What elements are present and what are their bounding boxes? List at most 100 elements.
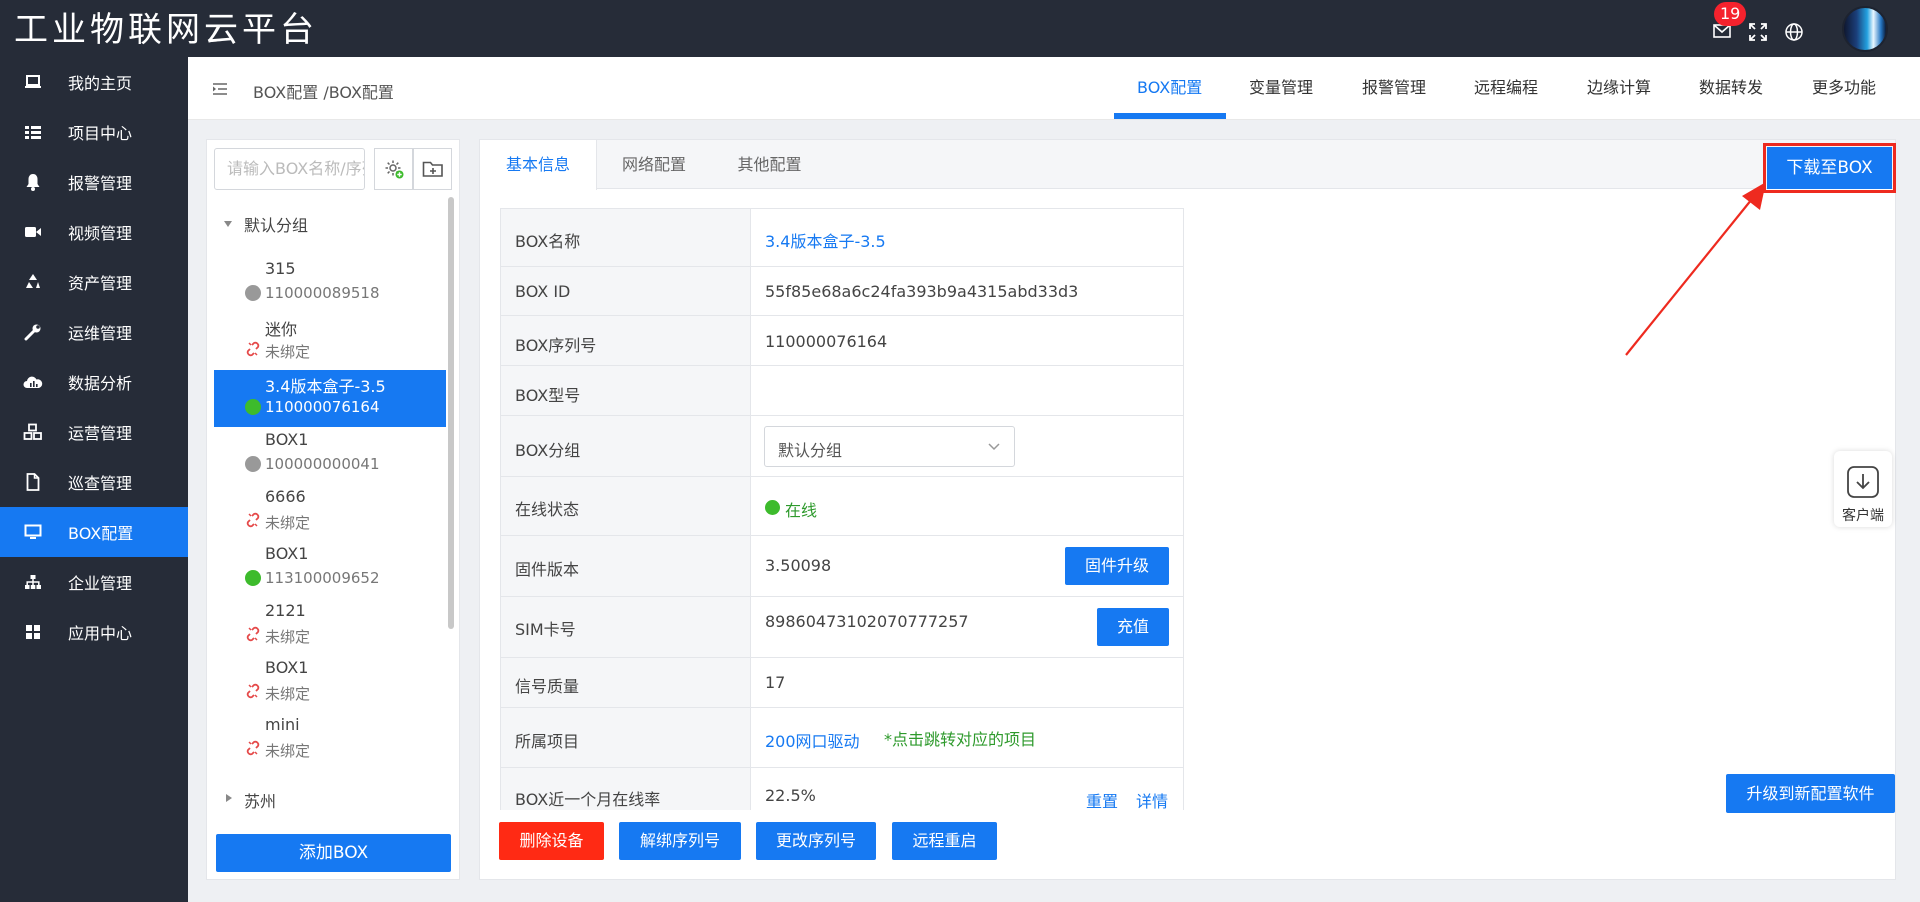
reset-link[interactable]: 重置 xyxy=(1086,788,1118,812)
subtab-basic-info[interactable]: 基本信息 xyxy=(480,140,597,190)
subtab-network-config[interactable]: 网络配置 xyxy=(597,140,711,189)
device-serial: 110000076164 xyxy=(265,398,380,416)
search-input[interactable]: 请输入BOX名称/序列号 xyxy=(214,148,365,190)
tab-alarms[interactable]: 报警管理 xyxy=(1362,74,1426,98)
row-project: 所属项目 200网口驱动 *点击跳转对应的项目 xyxy=(500,708,1184,768)
monitor-icon xyxy=(22,521,44,543)
field-label: 信号质量 xyxy=(515,677,580,696)
device-item[interactable]: BOX1 113100009652 xyxy=(214,541,446,598)
menu-fold-icon[interactable] xyxy=(212,82,228,96)
field-label: BOX序列号 xyxy=(515,336,597,355)
user-avatar[interactable] xyxy=(1842,6,1888,52)
row-firmware: 固件版本 3.50098 固件升级 xyxy=(500,536,1184,597)
gear-plus-icon xyxy=(385,160,403,179)
device-item[interactable]: 2121 未绑定 xyxy=(214,598,446,655)
add-box-button[interactable]: 添加BOX xyxy=(216,834,451,872)
sidebar-item-label: 运营管理 xyxy=(68,424,133,443)
sidebar-item-projects[interactable]: 项目中心 xyxy=(0,107,188,157)
sidebar-item-operations[interactable]: 运营管理 xyxy=(0,407,188,457)
change-serial-button[interactable]: 更改序列号 xyxy=(756,822,876,860)
remote-reboot-button[interactable]: 远程重启 xyxy=(892,822,997,860)
add-group-button[interactable] xyxy=(413,148,452,190)
tab-data-forwarding[interactable]: 数据转发 xyxy=(1699,74,1763,98)
online-status-value: 在线 xyxy=(785,501,818,520)
row-serial: BOX序列号 110000076164 xyxy=(500,316,1184,366)
breadcrumb: BOX配置 /BOX配置 xyxy=(253,83,394,102)
bell-icon xyxy=(22,171,44,193)
serial-value: 110000076164 xyxy=(765,332,888,351)
device-name: 2121 xyxy=(265,601,306,620)
sidebar-item-label: 企业管理 xyxy=(68,574,133,593)
globe-icon[interactable] xyxy=(1785,23,1803,41)
sidebar-item-label: 我的主页 xyxy=(68,74,133,93)
tab-variables[interactable]: 变量管理 xyxy=(1249,74,1313,98)
chevron-down-icon xyxy=(988,443,1000,451)
device-item[interactable]: 315 110000089518 xyxy=(214,256,446,313)
sidebar-item-apps[interactable]: 应用中心 xyxy=(0,607,188,657)
device-serial: 未绑定 xyxy=(265,685,311,703)
download-to-box-button[interactable]: 下载至BOX xyxy=(1763,143,1896,193)
field-label: BOX名称 xyxy=(515,232,581,251)
offline-status-icon xyxy=(245,456,261,472)
group-default[interactable]: 默认分组 xyxy=(244,212,308,236)
upgrade-config-software-button[interactable]: 升级到新配置软件 xyxy=(1726,774,1895,813)
device-item[interactable]: BOX1 100000000041 xyxy=(214,427,446,484)
device-item[interactable]: 迷你 未绑定 xyxy=(214,313,446,370)
device-name: 6666 xyxy=(265,487,306,506)
annotation-arrow xyxy=(1625,182,1766,356)
field-label: BOX分组 xyxy=(515,441,581,460)
row-signal: 信号质量 17 xyxy=(500,658,1184,708)
device-name: 迷你 xyxy=(265,320,298,339)
tab-edge-computing[interactable]: 边缘计算 xyxy=(1587,74,1651,98)
mail-icon[interactable] xyxy=(1713,24,1731,38)
device-item[interactable]: 6666 未绑定 xyxy=(214,484,446,541)
sidebar-item-enterprise[interactable]: 企业管理 xyxy=(0,557,188,607)
device-serial: 100000000041 xyxy=(265,455,380,473)
box-id-value: 55f85e68a6c24fa393b9a4315abd33d3 xyxy=(765,282,1079,301)
header-bar xyxy=(188,57,1920,120)
device-item[interactable]: mini 未绑定 xyxy=(214,712,446,769)
client-label: 客户端 xyxy=(1842,508,1884,524)
unbind-serial-button[interactable]: 解绑序列号 xyxy=(619,822,741,860)
group-suzhou[interactable]: 苏州 xyxy=(244,788,276,812)
tree-scrollbar[interactable] xyxy=(448,197,454,629)
client-download-widget[interactable]: 客户端 xyxy=(1834,451,1892,527)
group-settings-button[interactable] xyxy=(374,148,413,190)
sidebar-item-label: 项目中心 xyxy=(68,124,133,143)
sidebar-item-video[interactable]: 视频管理 xyxy=(0,207,188,257)
tab-more-functions[interactable]: 更多功能 xyxy=(1812,74,1876,98)
caret-down-icon[interactable] xyxy=(223,220,233,228)
sidebar-item-label: 报警管理 xyxy=(68,174,133,193)
device-name: BOX1 xyxy=(265,544,309,563)
row-group: BOX分组 默认分组 xyxy=(500,416,1184,477)
device-item[interactable]: BOX1 未绑定 xyxy=(214,655,446,712)
device-name: 3.4版本盒子-3.5 xyxy=(265,377,386,396)
detail-link[interactable]: 详情 xyxy=(1136,788,1168,812)
firmware-upgrade-button[interactable]: 固件升级 xyxy=(1065,547,1169,585)
sidebar-item-home[interactable]: 我的主页 xyxy=(0,57,188,107)
sidebar-item-inspection[interactable]: 巡查管理 xyxy=(0,457,188,507)
sidebar-item-analytics[interactable]: 数据分析 xyxy=(0,357,188,407)
cloud-chart-icon xyxy=(22,371,44,393)
subtab-other-config[interactable]: 其他配置 xyxy=(711,140,828,189)
fullscreen-icon[interactable] xyxy=(1749,23,1767,41)
app-title: 工业物联网云平台 xyxy=(14,10,318,50)
group-select[interactable]: 默认分组 xyxy=(764,426,1015,467)
sidebar-item-ops[interactable]: 运维管理 xyxy=(0,307,188,357)
device-serial: 113100009652 xyxy=(265,569,380,587)
sidebar-item-box-config[interactable]: BOX配置 xyxy=(0,507,188,557)
project-link[interactable]: 200网口驱动 xyxy=(765,728,860,752)
caret-right-icon[interactable] xyxy=(225,793,233,803)
box-name-link[interactable]: 3.4版本盒子-3.5 xyxy=(765,228,886,252)
notification-badge: 19 xyxy=(1714,2,1747,26)
delete-device-button[interactable]: 删除设备 xyxy=(499,822,604,860)
sidebar-item-alarms[interactable]: 报警管理 xyxy=(0,157,188,207)
tab-box-config[interactable]: BOX配置 xyxy=(1137,74,1202,98)
sidebar-item-assets[interactable]: 资产管理 xyxy=(0,257,188,307)
firmware-value: 3.50098 xyxy=(765,556,832,575)
device-item-selected[interactable]: 3.4版本盒子-3.5 110000076164 xyxy=(214,370,446,427)
row-online-rate: BOX近一个月在线率 22.5% 重置 详情 xyxy=(500,768,1184,812)
recharge-button[interactable]: 充值 xyxy=(1097,608,1169,646)
tab-remote-programming[interactable]: 远程编程 xyxy=(1474,74,1538,98)
row-box-id: BOX ID 55f85e68a6c24fa393b9a4315abd33d3 xyxy=(500,267,1184,316)
